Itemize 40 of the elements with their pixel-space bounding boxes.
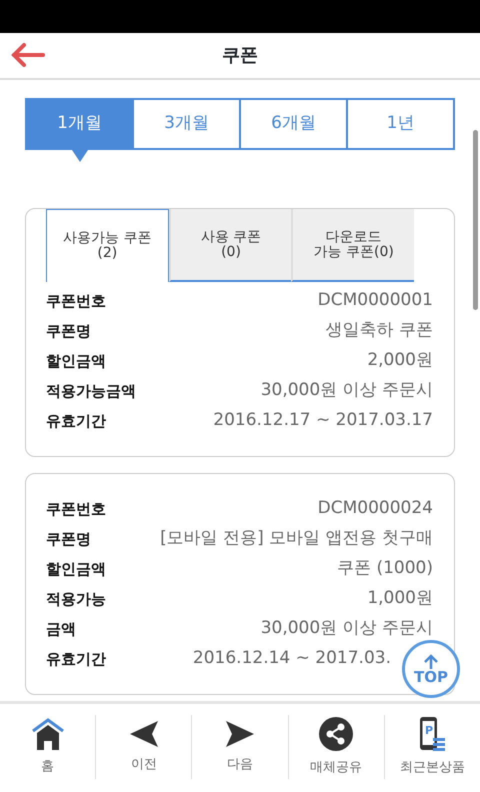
field-value: 쿠폰 (1000) [337, 557, 433, 580]
scroll-to-top-button[interactable]: TOP [402, 640, 460, 698]
field-label: 적용가능금액 [46, 380, 136, 402]
field-label: 유효기간 [46, 648, 106, 670]
right-triangle-icon [224, 719, 256, 750]
field-label: 쿠폰번호 [46, 498, 106, 520]
field-label: 적용가능 [46, 588, 106, 610]
field-value: 생일축하 쿠폰 [326, 319, 433, 342]
nav-item[interactable]: 이전 [96, 713, 192, 781]
field-value: 2016.12.14 ~ 2017.03. [192, 647, 391, 670]
field-label: 유효기간 [46, 410, 106, 432]
field-label: 쿠폰명 [46, 528, 91, 550]
field-label: 쿠폰명 [46, 320, 91, 342]
field-label: 쿠폰번호 [46, 290, 106, 312]
left-triangle-icon [128, 719, 160, 750]
up-arrow-icon [423, 654, 439, 670]
back-button[interactable] [10, 41, 46, 69]
field-value: [모바일 전용] 모바일 앱전용 첫구매 [160, 527, 433, 550]
page-title: 쿠폰 [222, 44, 258, 68]
coupon-tab[interactable]: 사용 쿠폰 (0) [168, 209, 292, 282]
nav-item[interactable]: P 최근본상품 [384, 710, 480, 784]
field-label: 할인금액 [46, 558, 106, 580]
scrollbar[interactable] [473, 130, 478, 310]
nav-item[interactable]: 다음 [192, 713, 288, 781]
field-value: DCM0000001 [318, 289, 433, 312]
field-value: 1,000원 [367, 587, 433, 610]
field-value: DCM0000024 [318, 497, 433, 520]
field-value: 2016.12.17 ~ 2017.03.17 [213, 409, 433, 432]
field-label: 할인금액 [46, 350, 106, 372]
share-icon [318, 716, 354, 752]
field-value: 30,000원 이상 주문시 [260, 379, 433, 402]
field-value: 2,000원 [367, 349, 433, 372]
back-arrow-icon [10, 41, 46, 69]
coupon-tab[interactable]: 사용가능 쿠폰 (2) [46, 209, 169, 282]
field-value: 30,000원 이상 주문시 [260, 617, 433, 640]
nav-item[interactable]: 매체공유 [288, 710, 384, 784]
field-label: 금액 [46, 618, 76, 640]
nav-item[interactable]: 홈 [0, 711, 96, 783]
home-icon [30, 717, 66, 752]
coupon-tab[interactable]: 다운로드 가능 쿠폰(0) [291, 209, 414, 282]
